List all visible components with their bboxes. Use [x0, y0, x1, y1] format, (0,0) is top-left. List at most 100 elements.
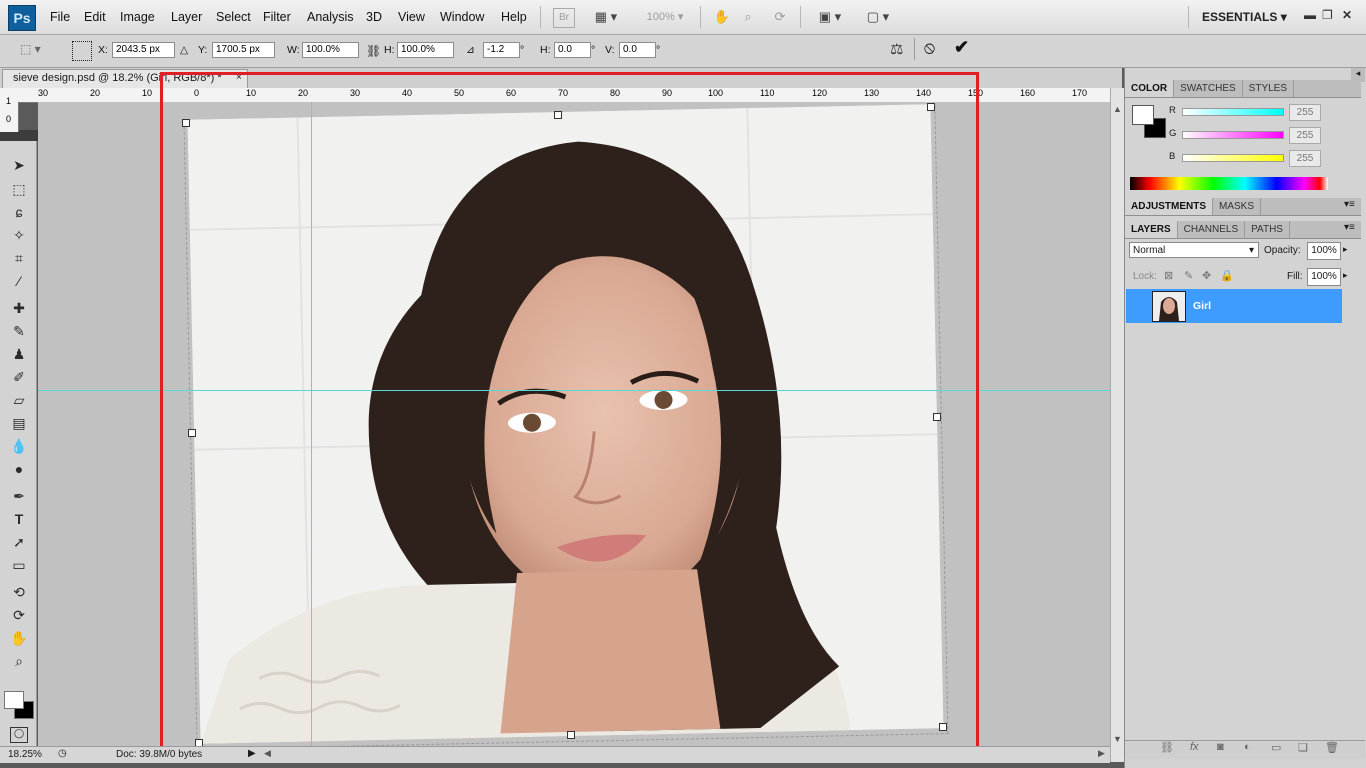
tab-masks[interactable]: MASKS [1213, 198, 1262, 215]
new-layer-icon[interactable]: ❏ [1298, 741, 1308, 754]
status-icon[interactable]: ◷ [58, 748, 67, 759]
opacity-field[interactable]: 100% [1307, 242, 1341, 260]
y-field[interactable]: 1700.5 px [212, 42, 275, 58]
hand-tool-icon[interactable]: ✋ [712, 8, 732, 26]
link-icon[interactable]: ⛓ [366, 44, 381, 58]
menu-help[interactable]: Help [501, 10, 527, 24]
hand-tool-icon[interactable]: ✋ [5, 628, 33, 648]
menu-edit[interactable]: Edit [84, 10, 106, 24]
minimize-icon[interactable]: ▬ [1304, 8, 1316, 22]
tab-channels[interactable]: CHANNELS [1178, 221, 1246, 238]
b-channel-slider[interactable] [1182, 154, 1284, 162]
lock-all-icon[interactable]: 🔒 [1220, 269, 1234, 282]
quick-mask-icon[interactable]: ◯ [10, 727, 28, 743]
g-channel-slider[interactable] [1182, 131, 1284, 139]
eyedropper-tool-icon[interactable]: ⁄ [5, 271, 33, 291]
angle-field[interactable]: -1.2 [483, 42, 520, 58]
commit-transform-icon[interactable]: ✔ [954, 37, 969, 58]
zoom-readout[interactable]: 18.25% [8, 749, 42, 760]
layer-name[interactable]: Girl [1193, 300, 1211, 312]
relative-position-icon[interactable]: △ [180, 44, 188, 56]
extras-dropdown-icon[interactable]: ▦ ▾ [590, 8, 622, 26]
blur-tool-icon[interactable]: 💧 [5, 436, 33, 456]
close-icon[interactable]: ✕ [1342, 8, 1352, 22]
g-channel-value[interactable]: 255 [1289, 127, 1321, 144]
layers-panel-menu-icon[interactable]: ▾≡ [1344, 222, 1355, 233]
gradient-tool-icon[interactable]: ▤ [5, 413, 33, 433]
move-tool-icon[interactable]: ➤ [5, 155, 33, 175]
crop-tool-icon[interactable]: ⌗ [5, 248, 33, 268]
x-field[interactable]: 2043.5 px [112, 42, 175, 58]
lock-position-icon[interactable]: ✥ [1202, 269, 1211, 282]
link-layers-icon[interactable]: ⛓ [1160, 741, 1174, 754]
type-tool-icon[interactable]: T [5, 509, 33, 529]
3d-orbit-tool-icon[interactable]: ⟳ [5, 605, 33, 625]
pen-tool-icon[interactable]: ✒ [5, 486, 33, 506]
foreground-color-swatch[interactable] [4, 691, 24, 709]
warp-mode-icon[interactable]: ⚖ [890, 40, 903, 58]
tab-adjustments[interactable]: ADJUSTMENTS [1125, 198, 1214, 215]
scroll-left-icon[interactable]: ◀ [264, 748, 271, 759]
add-mask-icon[interactable]: ◙ [1217, 741, 1224, 753]
menu-analysis[interactable]: Analysis [307, 10, 354, 24]
cancel-transform-icon[interactable]: ⦸ [924, 38, 935, 58]
layer-style-icon[interactable]: fx [1190, 741, 1199, 753]
menu-select[interactable]: Select [216, 10, 251, 24]
b-channel-value[interactable]: 255 [1289, 150, 1321, 167]
reference-point-icon[interactable] [72, 41, 92, 61]
width-field[interactable]: 100.0% [302, 42, 359, 58]
fill-slider-arrow-icon[interactable]: ▸ [1343, 270, 1348, 281]
lock-image-icon[interactable]: ✎ [1184, 269, 1193, 282]
blend-mode-select[interactable]: Normal ▾ [1129, 242, 1259, 258]
photoshop-logo[interactable]: Ps [8, 5, 36, 31]
new-group-icon[interactable]: ▭ [1271, 741, 1281, 754]
lasso-tool-icon[interactable]: ɕ [5, 202, 33, 222]
trash-icon[interactable]: 🗑 [1325, 741, 1339, 754]
fill-field[interactable]: 100% [1307, 268, 1341, 286]
opacity-slider-arrow-icon[interactable]: ▸ [1343, 244, 1348, 255]
arrange-documents-icon[interactable]: ▣ ▾ [812, 8, 848, 26]
3d-rotate-tool-icon[interactable]: ⟲ [5, 582, 33, 602]
vskew-field[interactable]: 0.0 [619, 42, 656, 58]
zoom-tool-icon[interactable]: ⌕ [738, 8, 758, 26]
dodge-tool-icon[interactable]: ● [5, 459, 33, 479]
menu-image[interactable]: Image [120, 10, 155, 24]
scroll-up-icon[interactable]: ▲ [1113, 104, 1122, 114]
workspace-switcher[interactable]: ESSENTIALS ▾ [1202, 10, 1287, 24]
lock-transparent-icon[interactable]: ⊠ [1164, 269, 1173, 282]
tool-preset-icon[interactable]: ⬚ ▾ [20, 42, 46, 58]
scroll-down-icon[interactable]: ▼ [1113, 734, 1122, 744]
tab-styles[interactable]: STYLES [1243, 80, 1295, 97]
zoom-level-dropdown[interactable]: 100% ▾ [640, 8, 690, 26]
tab-layers[interactable]: LAYERS [1125, 221, 1178, 238]
path-selection-tool-icon[interactable]: ➚ [5, 532, 33, 552]
menu-file[interactable]: File [50, 10, 70, 24]
tab-color[interactable]: COLOR [1125, 80, 1175, 97]
height-field[interactable]: 100.0% [397, 42, 454, 58]
menu-3d[interactable]: 3D [366, 10, 382, 24]
rotate-view-icon[interactable]: ⟳ [768, 8, 792, 26]
healing-brush-tool-icon[interactable]: ✚ [5, 298, 33, 318]
menu-window[interactable]: Window [440, 10, 484, 24]
history-brush-tool-icon[interactable]: ✐ [5, 367, 33, 387]
zoom-tool-icon[interactable]: ⌕ [5, 651, 33, 671]
screen-mode-icon[interactable]: ▢ ▾ [860, 8, 896, 26]
eraser-tool-icon[interactable]: ▱ [5, 390, 33, 410]
hskew-field[interactable]: 0.0 [554, 42, 591, 58]
marquee-tool-icon[interactable]: ⬚ [5, 179, 33, 199]
adjustment-layer-icon[interactable]: ◐ [1244, 741, 1251, 753]
clone-stamp-tool-icon[interactable]: ♟ [5, 344, 33, 364]
r-channel-slider[interactable] [1182, 108, 1284, 116]
bridge-icon[interactable]: Br [553, 8, 575, 28]
adjustments-panel-menu-icon[interactable]: ▾≡ [1344, 199, 1355, 210]
tab-paths[interactable]: PATHS [1245, 221, 1290, 238]
tab-swatches[interactable]: SWATCHES [1174, 80, 1243, 97]
color-panel-foreground[interactable] [1132, 105, 1154, 125]
status-menu-arrow-icon[interactable]: ▶ [248, 748, 256, 759]
shape-tool-icon[interactable]: ▭ [5, 555, 33, 575]
scroll-right-icon[interactable]: ▶ [1098, 748, 1105, 759]
r-channel-value[interactable]: 255 [1289, 104, 1321, 121]
menu-view[interactable]: View [398, 10, 425, 24]
color-spectrum-bar[interactable] [1130, 177, 1328, 190]
menu-layer[interactable]: Layer [171, 10, 202, 24]
